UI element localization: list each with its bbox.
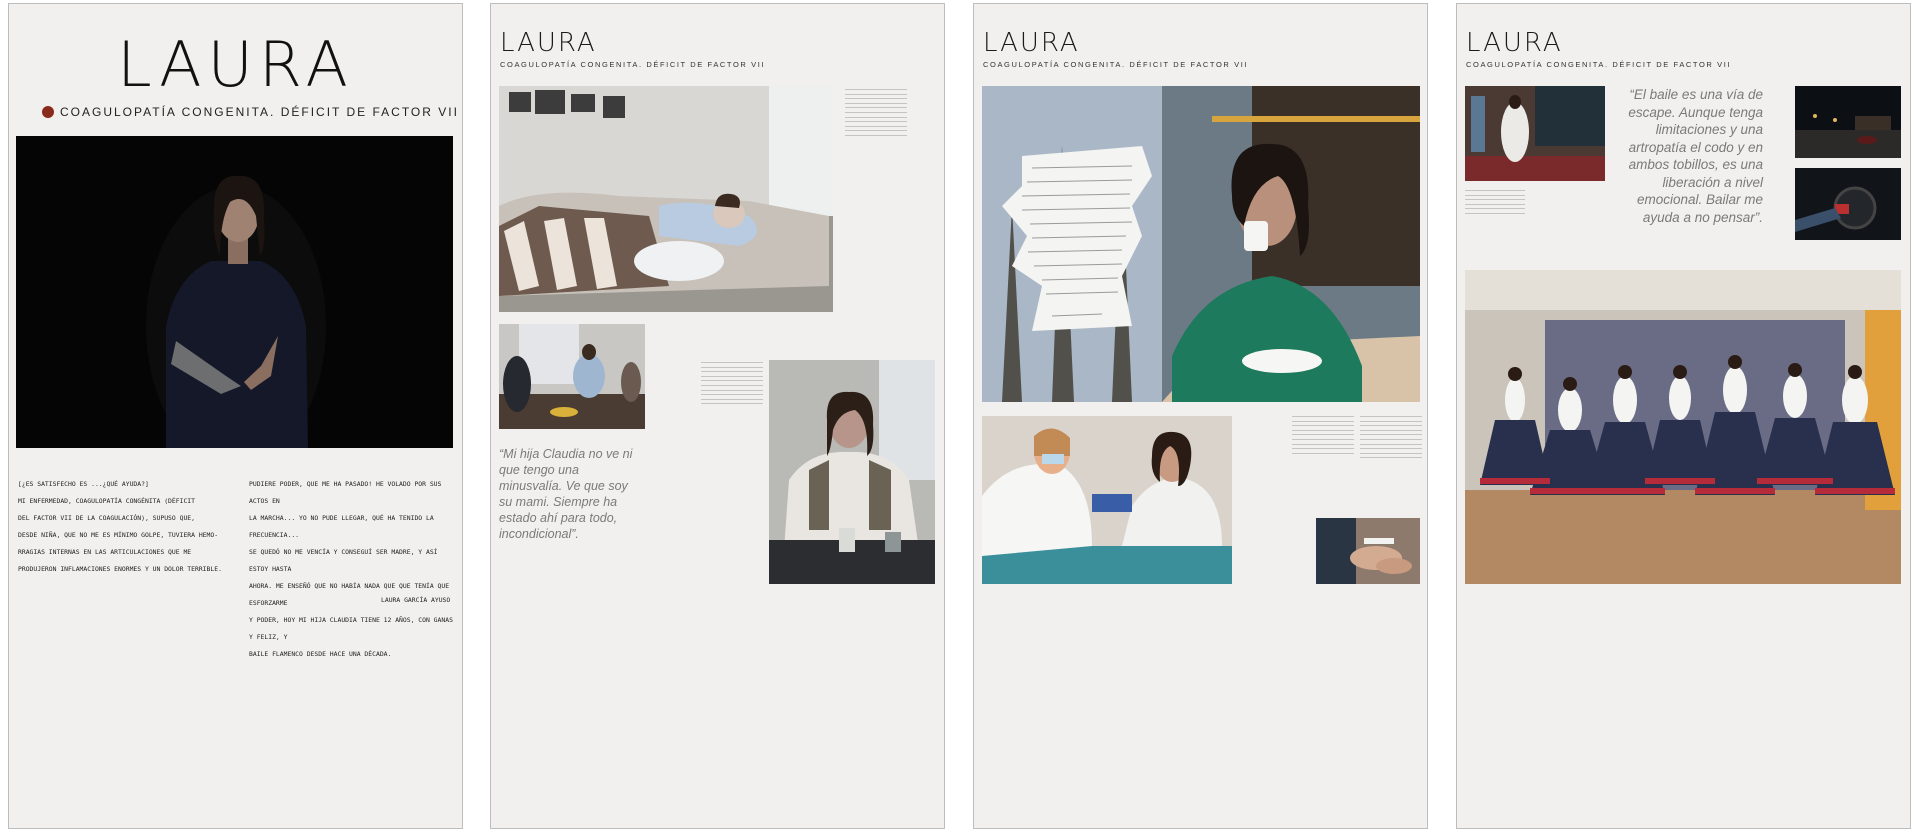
studio-photo (1465, 86, 1605, 181)
portrait-photo (16, 136, 453, 448)
sofa-photo (499, 86, 833, 312)
caption-top (845, 89, 907, 140)
caption-dance-1 (1465, 190, 1525, 218)
night-street-photo (1795, 86, 1901, 158)
cafe-photo (982, 86, 1420, 402)
pull-quote: “El baile es una vía de escape. Aunque t… (1628, 87, 1763, 225)
clinic-photo (982, 416, 1232, 584)
panel-subtitle: COAGULOPATÍA CONGENITA. DÉFICIT DE FACTO… (1466, 60, 1732, 69)
handwritten-text-right: PUDIERE PODER, QUE ME HA PASADO! HE VOLA… (249, 480, 453, 658)
accent-dot-icon (42, 106, 54, 118)
panel-title: LAURA (983, 28, 1080, 58)
panel-subtitle: COAGULOPATÍA CONGENITA. DÉFICIT DE FACTO… (983, 60, 1249, 69)
pull-quote: “Mi hija Claudia no ve ni que tengo una … (499, 447, 633, 541)
office-photo (769, 360, 935, 584)
panel-cafe: LAURA COAGULOPATÍA CONGENITA. DÉFICIT DE… (973, 3, 1428, 829)
panel-family: LAURA COAGULOPATÍA CONGENITA. DÉFICIT DE… (490, 3, 945, 829)
caption-cafe-1 (1292, 416, 1354, 457)
panel-title: LAURA (500, 28, 597, 58)
caption-middle (701, 362, 763, 408)
panel-dance: LAURA COAGULOPATÍA CONGENITA. DÉFICIT DE… (1456, 3, 1911, 829)
cover-subtitle: COAGULOPATÍA CONGENITA. DÉFICIT DE FACTO… (42, 105, 459, 119)
cover-title: LAURA (117, 28, 354, 101)
kitchen-photo (499, 324, 645, 429)
hands-photo (1316, 518, 1420, 584)
flamenco-class-photo (1465, 270, 1901, 584)
caption-cafe-2 (1360, 416, 1422, 462)
signature: LAURA GARCÍA AYUSO (381, 596, 451, 604)
panel-title: LAURA (1466, 28, 1563, 58)
panel-subtitle: COAGULOPATÍA CONGENITA. DÉFICIT DE FACTO… (500, 60, 766, 69)
panel-cover: LAURA COAGULOPATÍA CONGENITA. DÉFICIT DE… (8, 3, 463, 829)
car-interior-photo (1795, 168, 1901, 240)
cover-subtitle-text: COAGULOPATÍA CONGENITA. DÉFICIT DE FACTO… (60, 105, 459, 119)
handwritten-text-left: [¿ES SATISFECHO ES ...¿QUÉ AYUDA?] MI EN… (18, 480, 222, 573)
